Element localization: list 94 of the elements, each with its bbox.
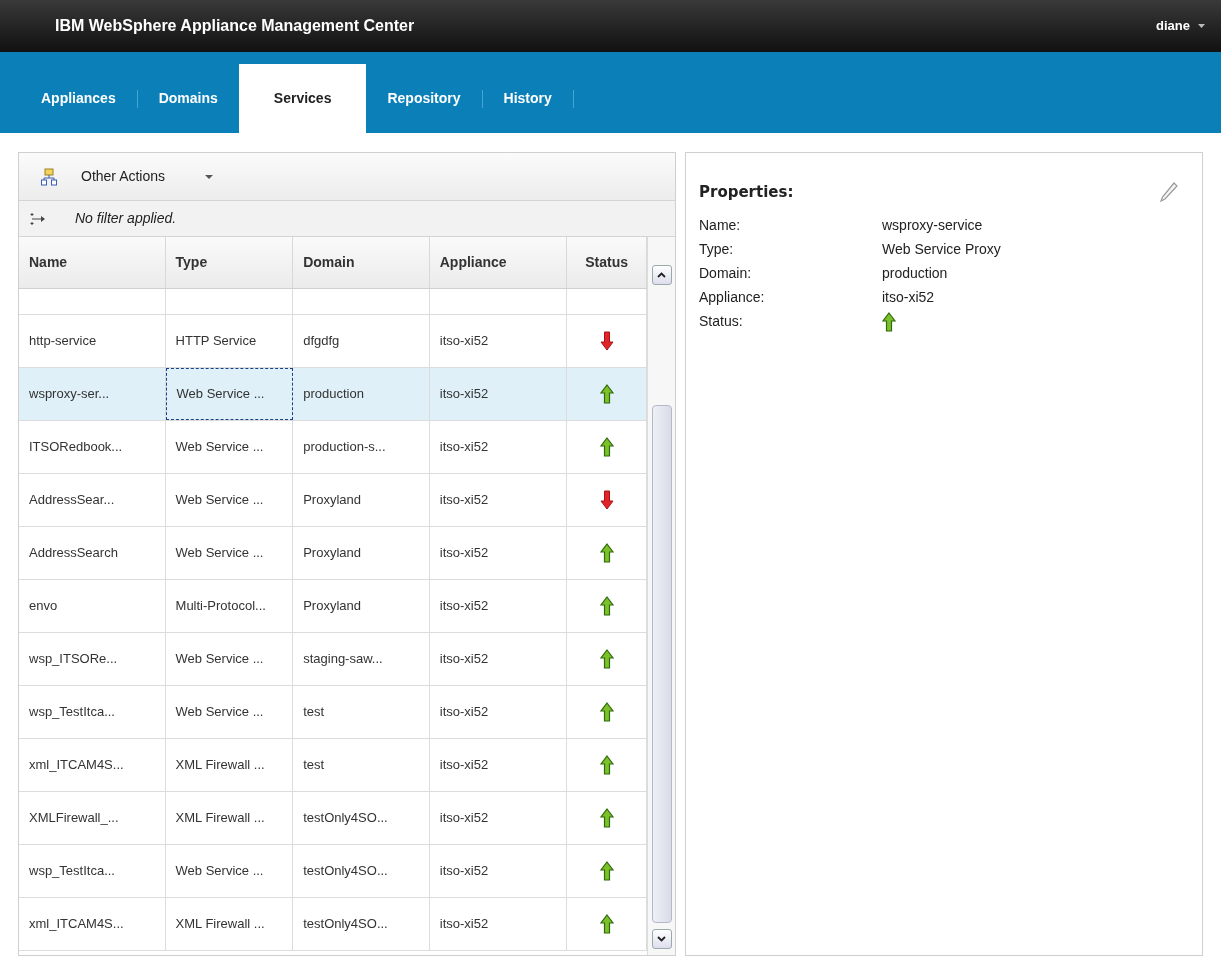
table-cell: XML Firewall ... [165, 739, 294, 791]
property-value: Web Service Proxy [882, 240, 1001, 259]
table-cell: Proxyland [293, 474, 430, 526]
table-cell: XML Firewall ... [165, 792, 294, 844]
table-cell: itso-xi52 [429, 421, 568, 473]
table-cell: itso-xi52 [429, 845, 568, 897]
table-row[interactable]: XMLFirewall_... XML Firewall ... testOnly4SO... itso-xi52 [19, 792, 648, 845]
table-cell: xml_ITCAM4S... [19, 739, 166, 791]
properties-heading: Properties: [699, 182, 794, 203]
nav-tab[interactable]: Appliances [20, 64, 137, 133]
table-cell: test [293, 739, 430, 791]
nav-tab[interactable]: History [482, 64, 573, 133]
table-cell: production-s... [293, 421, 430, 473]
table-cell: itso-xi52 [429, 580, 568, 632]
chevron-down-icon [657, 936, 667, 942]
table-cell: testOnly4SO... [293, 845, 430, 897]
filter-status: No filter applied. [75, 209, 177, 228]
table-cell: test [293, 686, 430, 738]
property-value: itso-xi52 [882, 288, 935, 307]
table-cell: wsp_TestItca... [19, 845, 166, 897]
table-row[interactable]: http-service HTTP Service dfgdfg itso-xi52 [19, 315, 648, 368]
table-cell: Proxyland [293, 580, 430, 632]
table-cell: envo [19, 580, 166, 632]
table-row[interactable]: AddressSear... Web Service ... Proxyland itso-xi52 [19, 474, 648, 527]
table-cell: testOnly4SO... [293, 792, 430, 844]
pencil-icon[interactable] [1159, 181, 1179, 204]
table-cell: Proxyland [293, 527, 430, 579]
property-label: Appliance: [699, 288, 766, 307]
table-cell: Multi-Protocol... [165, 580, 294, 632]
table-cell: Web Service ... [165, 474, 294, 526]
column-header[interactable]: Domain [293, 237, 430, 288]
nav-tab[interactable]: Repository [366, 64, 482, 133]
other-actions-menu[interactable]: Other Actions [81, 166, 214, 187]
table-row[interactable]: wsp_TestItca... Web Service ... test itso-xi52 [19, 686, 648, 739]
table-cell: XMLFirewall_... [19, 792, 166, 844]
table-cell: HTTP Service [165, 315, 294, 367]
property-label: Domain: [699, 264, 753, 283]
table-cell: itso-xi52 [429, 686, 568, 738]
table-cell: Web Service ... [165, 421, 294, 473]
user-menu[interactable]: diane [1156, 16, 1205, 36]
table-cell: Web Service ... [165, 686, 294, 738]
table-cell: wsp_ITSORe... [19, 633, 166, 685]
table-cell: itso-xi52 [429, 527, 568, 579]
table-cell: wsp_TestItca... [19, 686, 166, 738]
scrollbar[interactable] [647, 237, 675, 955]
table-cell: http-service [19, 315, 166, 367]
property-label: Status: [699, 312, 744, 331]
table-cell: Web Service ... [165, 368, 294, 420]
table-cell: itso-xi52 [429, 633, 568, 685]
table-cell: itso-xi52 [429, 792, 568, 844]
table-cell: AddressSear... [19, 474, 166, 526]
table-cell: itso-xi52 [429, 739, 568, 791]
scroll-down-button[interactable] [651, 929, 672, 949]
table-row[interactable]: ITSORedbook... Web Service ... production-s... itso-xi52 [19, 421, 648, 474]
table-cell: Web Service ... [165, 845, 294, 897]
column-header[interactable]: Appliance [429, 237, 568, 288]
table-row[interactable]: wsp_ITSORe... Web Service ... staging-saw... itso-xi52 [19, 633, 648, 686]
table-cell: testOnly4SO... [293, 898, 430, 950]
property-label: Type: [699, 240, 735, 259]
table-cell: Web Service ... [165, 527, 294, 579]
chevron-up-icon [657, 272, 667, 278]
caret-icon [1198, 24, 1205, 28]
column-header[interactable]: Name [19, 237, 166, 288]
table-row[interactable]: wsproxy-ser... Web Service ... production itso-xi52 [19, 368, 648, 421]
table-row[interactable]: wsp_TestItca... Web Service ... testOnly4SO... itso-xi52 [19, 845, 648, 898]
nav-tab[interactable]: Services [238, 64, 367, 133]
scroll-up-button[interactable] [651, 265, 672, 285]
caret-icon [205, 174, 214, 179]
table-cell: dfgdfg [293, 315, 430, 367]
table-cell: XML Firewall ... [165, 898, 294, 950]
app-title: IBM WebSphere Appliance Management Center [55, 16, 415, 36]
table-row[interactable]: xml_ITCAM4S... XML Firewall ... test itso-xi52 [19, 739, 648, 792]
scroll-thumb[interactable] [651, 405, 672, 923]
table-cell: ITSORedbook... [19, 421, 166, 473]
column-header[interactable]: Type [165, 237, 294, 288]
table-cell: xml_ITCAM4S... [19, 898, 166, 950]
table-row[interactable]: AddressSearch Web Service ... Proxyland itso-xi52 [19, 527, 648, 580]
nav-tab[interactable]: Domains [137, 64, 239, 133]
table-row[interactable]: xml_ITCAM4S... XML Firewall ... testOnly4SO... itso-xi52 [19, 898, 648, 951]
filter-icon [29, 211, 47, 226]
table-cell: itso-xi52 [429, 315, 568, 367]
table-cell: itso-xi52 [429, 368, 568, 420]
topology-icon [41, 167, 57, 186]
table-cell: staging-saw... [293, 633, 430, 685]
table-cell: itso-xi52 [429, 474, 568, 526]
table-cell: Web Service ... [165, 633, 294, 685]
table-cell: itso-xi52 [429, 898, 568, 950]
property-value: production [882, 264, 948, 283]
table-cell: wsproxy-ser... [19, 368, 166, 420]
property-value: wsproxy-service [882, 216, 983, 235]
table-cell: production [293, 368, 430, 420]
table-row[interactable]: envo Multi-Protocol... Proxyland itso-xi52 [19, 580, 648, 633]
table-cell: AddressSearch [19, 527, 166, 579]
property-label: Name: [699, 216, 742, 235]
